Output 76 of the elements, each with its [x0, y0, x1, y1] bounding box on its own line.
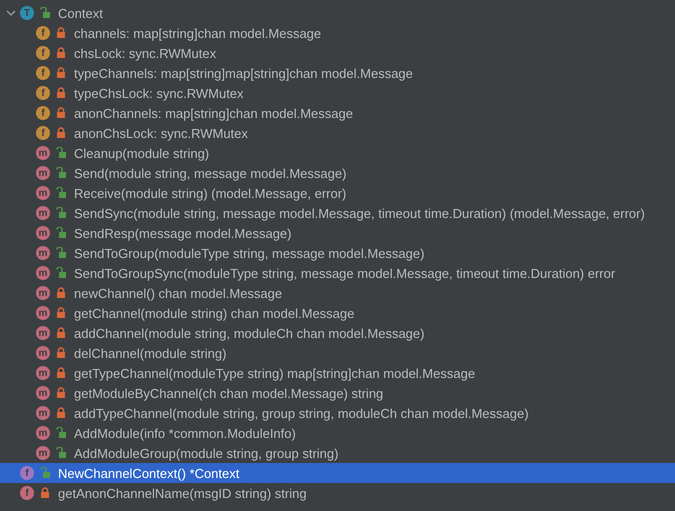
field-badge-icon: f: [36, 86, 50, 100]
member-label: Receive(module string) (model.Message, error): [74, 186, 346, 200]
tree-item[interactable]: m Send(module string, message model.Message): [0, 163, 675, 183]
tree-item[interactable]: m SendResp(message model.Message): [0, 223, 675, 243]
method-badge-icon: m: [36, 206, 50, 220]
method-badge-icon: m: [36, 146, 50, 160]
field-badge-icon: f: [36, 126, 50, 140]
tree-item[interactable]: f typeChsLock: sync.RWMutex: [0, 83, 675, 103]
field-badge-icon: f: [36, 106, 50, 120]
method-badge-icon: m: [36, 246, 50, 260]
method-badge-icon: m: [36, 226, 50, 240]
member-label: AddModule(info *common.ModuleInfo): [74, 426, 296, 440]
tree-item[interactable]: m getTypeChannel(moduleType string) map[string]chan model.Message: [0, 363, 675, 383]
member-label: SendResp(message model.Message): [74, 226, 292, 240]
member-label: delChannel(module string): [74, 346, 226, 360]
member-label: getAnonChannelName(msgID string) string: [58, 486, 307, 500]
tree-item[interactable]: f NewChannelContext() *Context: [0, 463, 675, 483]
method-badge-icon: m: [36, 286, 50, 300]
method-badge-icon: m: [36, 306, 50, 320]
tree-item[interactable]: m getChannel(module string) chan model.Message: [0, 303, 675, 323]
tree-item[interactable]: f anonChsLock: sync.RWMutex: [0, 123, 675, 143]
tree-item[interactable]: m AddModule(info *common.ModuleInfo): [0, 423, 675, 443]
tree-item[interactable]: m AddModuleGroup(module string, group string): [0, 443, 675, 463]
member-label: Send(module string, message model.Message): [74, 166, 346, 180]
member-label: chsLock: sync.RWMutex: [74, 46, 216, 60]
method-badge-icon: m: [36, 326, 50, 340]
tree-item[interactable]: f typeChannels: map[string]map[string]chan model.Message: [0, 63, 675, 83]
field-badge-icon: f: [36, 66, 50, 80]
tree-item[interactable]: m SendToGroupSync(moduleType string, message model.Message, timeout time.Duration) error: [0, 263, 675, 283]
member-label: SendToGroupSync(moduleType string, message model.Message, timeout time.Duration) error: [74, 266, 616, 280]
function-badge-icon: f: [20, 486, 34, 500]
member-label: AddModuleGroup(module string, group string): [74, 446, 338, 460]
method-badge-icon: m: [36, 386, 50, 400]
tree-item[interactable]: T Context: [0, 3, 675, 23]
tree-item[interactable]: m newChannel() chan model.Message: [0, 283, 675, 303]
member-label: getModuleByChannel(ch chan model.Message) string: [74, 386, 384, 400]
method-badge-icon: m: [36, 346, 50, 360]
method-badge-icon: m: [36, 186, 50, 200]
member-label: channels: map[string]chan model.Message: [74, 26, 322, 40]
tree-item[interactable]: m Cleanup(module string): [0, 143, 675, 163]
member-label: Cleanup(module string): [74, 146, 210, 160]
method-badge-icon: m: [36, 366, 50, 380]
tree-item[interactable]: m SendToGroup(moduleType string, message model.Message): [0, 243, 675, 263]
member-label: Context: [58, 6, 103, 20]
tree-item[interactable]: m SendSync(module string, message model.Message, timeout time.Duration) (model.Message, error): [0, 203, 675, 223]
type-badge-icon: T: [20, 6, 34, 20]
tree-item[interactable]: m getModuleByChannel(ch chan model.Message) string: [0, 383, 675, 403]
member-label: anonChsLock: sync.RWMutex: [74, 126, 248, 140]
member-label: newChannel() chan model.Message: [74, 286, 282, 300]
tree-item[interactable]: f channels: map[string]chan model.Message: [0, 23, 675, 43]
method-badge-icon: m: [36, 266, 50, 280]
method-badge-icon: m: [36, 446, 50, 460]
member-label: addChannel(module string, moduleCh chan model.Message): [74, 326, 424, 340]
tree-item[interactable]: f anonChannels: map[string]chan model.Message: [0, 103, 675, 123]
function-badge-icon: f: [20, 466, 34, 480]
method-badge-icon: m: [36, 166, 50, 180]
method-badge-icon: m: [36, 426, 50, 440]
member-label: getTypeChannel(moduleType string) map[string]chan model.Message: [74, 366, 476, 380]
member-label: SendSync(module string, message model.Message, timeout time.Duration) (model.Message, error): [74, 206, 645, 220]
tree-item[interactable]: m addTypeChannel(module string, group string, moduleCh chan model.Message): [0, 403, 675, 423]
tree-item[interactable]: m addChannel(module string, moduleCh chan model.Message): [0, 323, 675, 343]
field-badge-icon: f: [36, 46, 50, 60]
tree-item[interactable]: m delChannel(module string): [0, 343, 675, 363]
member-label: typeChsLock: sync.RWMutex: [74, 86, 244, 100]
tree-item[interactable]: f chsLock: sync.RWMutex: [0, 43, 675, 63]
chevron-icon[interactable]: [6, 8, 16, 18]
method-badge-icon: m: [36, 406, 50, 420]
member-label: getChannel(module string) chan model.Message: [74, 306, 354, 320]
member-label: anonChannels: map[string]chan model.Message: [74, 106, 353, 120]
member-label: addTypeChannel(module string, group string, moduleCh chan model.Message): [74, 406, 529, 420]
member-label: SendToGroup(moduleType string, message model.Message): [74, 246, 424, 260]
member-label: typeChannels: map[string]map[string]chan model.Message: [74, 66, 413, 80]
tree-item[interactable]: m Receive(module string) (model.Message, error): [0, 183, 675, 203]
field-badge-icon: f: [36, 26, 50, 40]
member-label: NewChannelContext() *Context: [58, 466, 240, 480]
tree-item[interactable]: f getAnonChannelName(msgID string) string: [0, 483, 675, 503]
